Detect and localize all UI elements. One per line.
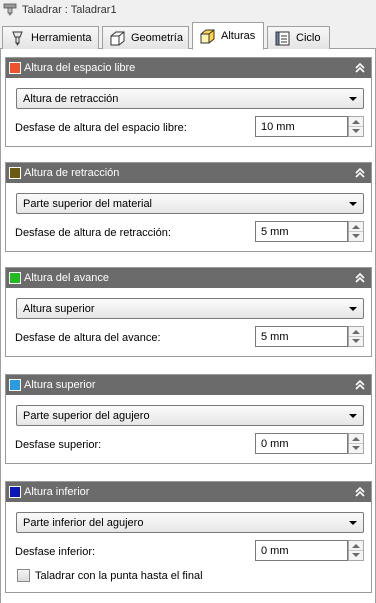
section-retract-height: Altura de retracción Parte superior del … [5, 162, 372, 252]
spin-down-icon[interactable] [352, 446, 360, 450]
feed-offset-input[interactable]: 5 mm [255, 326, 348, 347]
section-title: Altura del avance [24, 272, 109, 284]
feed-height-select[interactable]: Altura superior [16, 298, 364, 319]
section-clearance-height: Altura del espacio libre Altura de retra… [5, 57, 372, 147]
top-offset-spinner[interactable] [348, 433, 364, 454]
spin-down-icon[interactable] [352, 339, 360, 343]
section-title: Altura superior [24, 379, 96, 391]
heights-cube-icon [200, 29, 215, 43]
tool-holder-icon [12, 31, 23, 46]
select-value: Altura superior [23, 302, 95, 315]
bottom-height-select[interactable]: Parte inferior del agujero [16, 512, 364, 533]
offset-label: Desfase de altura de retracción: [15, 227, 171, 239]
field-value: 5 mm [261, 225, 289, 238]
field-value: 10 mm [261, 120, 295, 133]
drill-icon [3, 3, 17, 16]
top-offset-input[interactable]: 0 mm [255, 433, 348, 454]
field-value: 0 mm [261, 437, 289, 450]
section-title: Altura inferior [24, 486, 90, 498]
spin-down-icon[interactable] [352, 234, 360, 238]
collapse-chevron-icon[interactable] [354, 378, 366, 392]
color-swatch [9, 272, 21, 284]
section-header[interactable]: Altura de retracción [6, 163, 371, 183]
tab-label: Alturas [221, 30, 256, 42]
cycle-list-icon [275, 31, 290, 45]
spin-up-icon[interactable] [352, 544, 360, 548]
collapse-chevron-icon[interactable] [354, 166, 366, 180]
offset-label: Desfase superior: [15, 439, 102, 451]
section-header[interactable]: Altura del avance [6, 268, 371, 288]
chevron-down-icon [349, 521, 357, 525]
geometry-cube-icon [110, 31, 125, 45]
tab-geometria[interactable]: Geometría [102, 26, 189, 49]
field-value: 0 mm [261, 544, 289, 557]
section-bottom-height: Altura inferior Parte inferior del aguje… [5, 481, 372, 593]
bottom-offset-input[interactable]: 0 mm [255, 540, 348, 561]
field-value: 5 mm [261, 330, 289, 343]
section-header[interactable]: Altura inferior [6, 482, 371, 502]
color-swatch [9, 62, 21, 74]
color-swatch [9, 167, 21, 179]
spin-down-icon[interactable] [352, 553, 360, 557]
window-title: Taladrar : Taladrar1 [22, 4, 117, 16]
tab-strip: Herramienta Geometría Alturas Ciclo [0, 22, 376, 50]
clearance-offset-spinner[interactable] [348, 116, 364, 137]
collapse-chevron-icon[interactable] [354, 61, 366, 75]
section-title: Altura del espacio libre [24, 62, 136, 74]
section-top-height: Altura superior Parte superior del aguje… [5, 374, 372, 464]
section-feed-height: Altura del avance Altura superior Desfas… [5, 267, 372, 357]
select-value: Parte inferior del agujero [23, 516, 144, 529]
chevron-down-icon [349, 97, 357, 101]
select-value: Altura de retracción [23, 92, 119, 105]
chevron-down-icon [349, 414, 357, 418]
clearance-height-select[interactable]: Altura de retracción [16, 88, 364, 109]
chevron-down-icon [349, 307, 357, 311]
section-header[interactable]: Altura superior [6, 375, 371, 395]
collapse-chevron-icon[interactable] [354, 271, 366, 285]
section-title: Altura de retracción [24, 167, 120, 179]
spin-up-icon[interactable] [352, 437, 360, 441]
bottom-offset-spinner[interactable] [348, 540, 364, 561]
spin-up-icon[interactable] [352, 120, 360, 124]
retract-height-select[interactable]: Parte superior del material [16, 193, 364, 214]
offset-label: Desfase de altura del avance: [15, 332, 161, 344]
tab-label: Geometría [131, 32, 183, 44]
offset-label: Desfase inferior: [15, 546, 96, 558]
select-value: Parte superior del agujero [23, 409, 150, 422]
collapse-chevron-icon[interactable] [354, 485, 366, 499]
tab-content-alturas: Altura del espacio libre Altura de retra… [0, 49, 376, 603]
top-height-select[interactable]: Parte superior del agujero [16, 405, 364, 426]
feed-offset-spinner[interactable] [348, 326, 364, 347]
tab-alturas[interactable]: Alturas [192, 22, 264, 50]
color-swatch [9, 379, 21, 391]
offset-label: Desfase de altura del espacio libre: [15, 122, 187, 134]
window-title-bar: Taladrar : Taladrar1 [0, 0, 376, 20]
spin-up-icon[interactable] [352, 225, 360, 229]
tab-label: Herramienta [31, 32, 92, 44]
tab-ciclo[interactable]: Ciclo [267, 26, 330, 49]
drill-tip-through-checkbox[interactable] [17, 569, 30, 582]
clearance-offset-input[interactable]: 10 mm [255, 116, 348, 137]
select-value: Parte superior del material [23, 197, 153, 210]
tab-herramienta[interactable]: Herramienta [2, 26, 99, 49]
chevron-down-icon [349, 202, 357, 206]
spin-down-icon[interactable] [352, 129, 360, 133]
section-header[interactable]: Altura del espacio libre [6, 58, 371, 78]
tab-label: Ciclo [296, 32, 321, 44]
checkbox-label: Taladrar con la punta hasta el final [35, 570, 203, 582]
spin-up-icon[interactable] [352, 330, 360, 334]
retract-offset-spinner[interactable] [348, 221, 364, 242]
retract-offset-input[interactable]: 5 mm [255, 221, 348, 242]
color-swatch [9, 486, 21, 498]
